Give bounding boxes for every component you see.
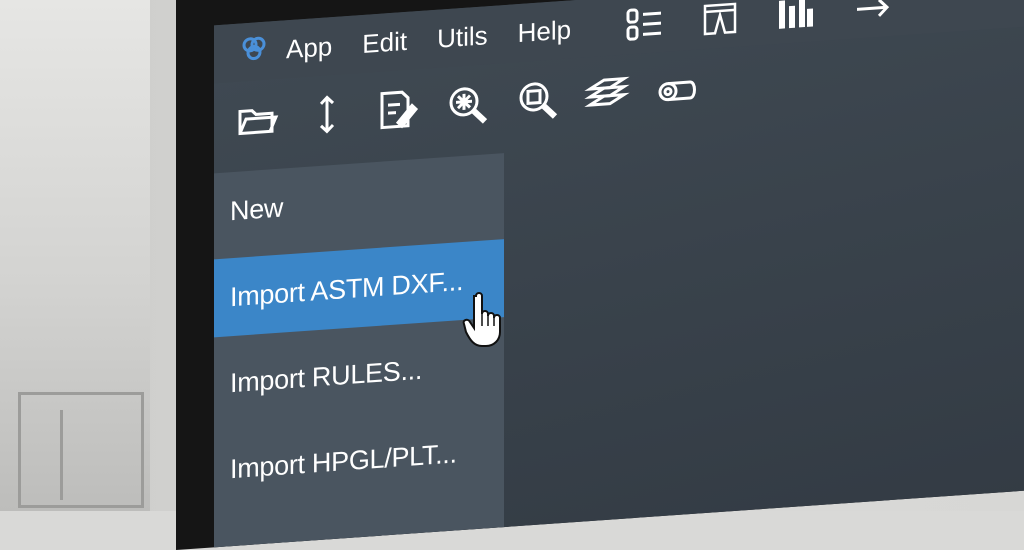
background-window-mullion — [60, 410, 133, 500]
grading-icon[interactable] — [777, 0, 815, 33]
monitor-bezel: App Edit Utils Help New Import ASTM DXF.… — [176, 0, 1024, 550]
menu-app[interactable]: App — [286, 31, 332, 65]
app-logo-icon[interactable] — [240, 33, 268, 70]
roll-icon[interactable] — [656, 67, 698, 112]
menu-item-label: Import RULES... — [230, 354, 423, 398]
menu-help[interactable]: Help — [518, 14, 571, 49]
menu-item-import-hpgl-plt[interactable]: Import HPGL/PLT... — [214, 411, 504, 509]
layers-icon[interactable] — [584, 72, 630, 117]
zoom-window-icon[interactable] — [516, 77, 558, 122]
arrow-icon[interactable] — [853, 0, 891, 28]
pants-pattern-icon[interactable] — [701, 0, 739, 38]
zoom-all-icon[interactable] — [446, 82, 488, 127]
app-screen: App Edit Utils Help New Import ASTM DXF.… — [214, 0, 1024, 548]
menu-item-new[interactable]: New — [214, 153, 504, 251]
resize-vertical-icon[interactable] — [306, 92, 348, 137]
menu-edit[interactable]: Edit — [362, 25, 407, 59]
menu-utils[interactable]: Utils — [437, 20, 488, 55]
menu-item-import-rules[interactable]: Import RULES... — [214, 325, 504, 423]
hand-pointer-icon — [462, 292, 506, 348]
menu-item-label: New — [230, 192, 284, 226]
open-folder-icon[interactable] — [236, 97, 279, 142]
menu-item-label: Import ASTM DXF... — [230, 265, 464, 312]
app-menu-panel: New Import ASTM DXF... Import RULES... I… — [214, 153, 504, 548]
menu-item-import-astm-dxf[interactable]: Import ASTM DXF... — [214, 239, 504, 338]
top-icon-bar — [625, 0, 891, 44]
chain-list-icon[interactable] — [625, 5, 663, 44]
menu-item-label: Import HPGL/PLT... — [230, 437, 457, 484]
edit-document-icon[interactable] — [376, 87, 419, 132]
